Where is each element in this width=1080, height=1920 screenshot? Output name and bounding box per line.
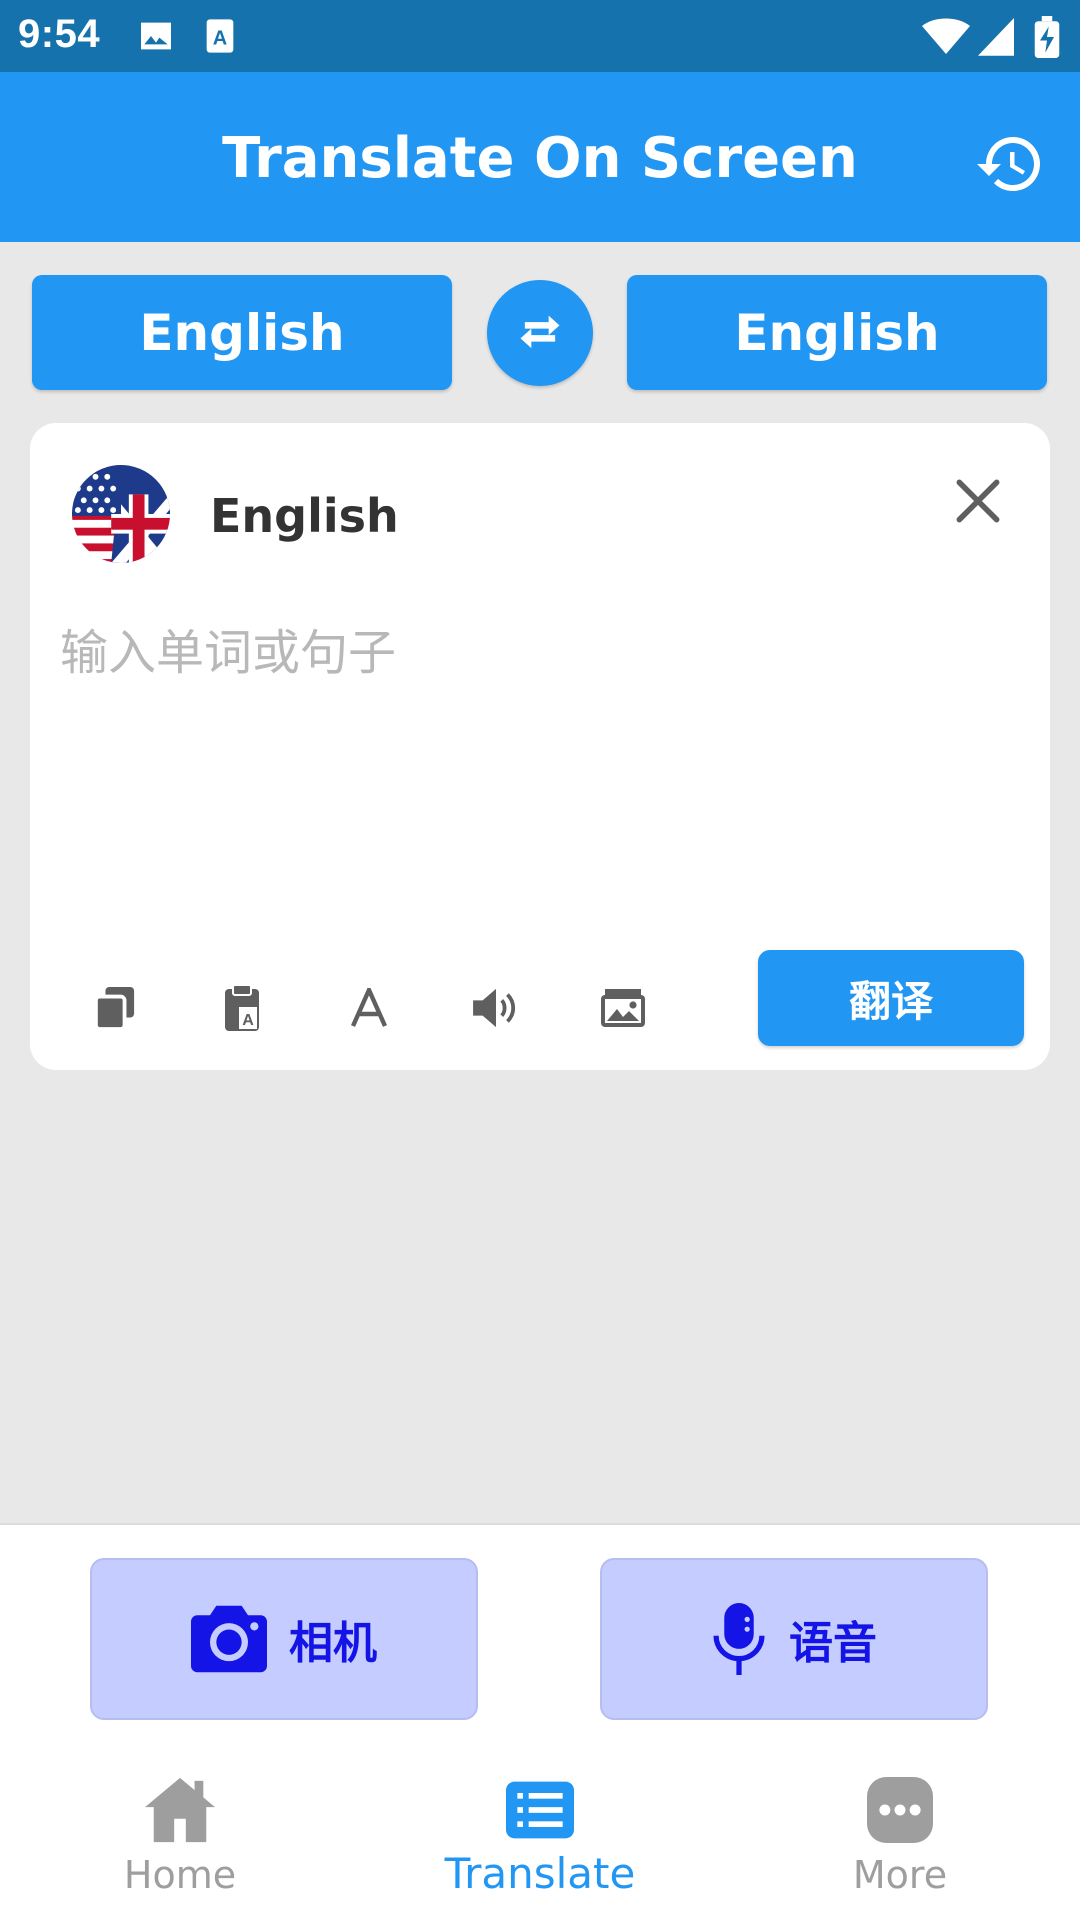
image-translate-button[interactable] xyxy=(593,978,653,1038)
source-language-button[interactable]: English xyxy=(32,275,452,390)
font-button[interactable] xyxy=(339,978,399,1038)
close-icon xyxy=(956,479,1000,523)
paste-button[interactable]: A xyxy=(212,978,272,1038)
status-bar: 9:54 A xyxy=(0,0,1080,72)
image-icon xyxy=(136,16,176,56)
font-icon xyxy=(350,988,388,1027)
home-icon xyxy=(145,1775,215,1845)
nav-item-more[interactable]: More xyxy=(720,1753,1080,1920)
battery-charging-icon xyxy=(1034,16,1060,58)
nav-item-translate[interactable]: Translate xyxy=(360,1753,720,1920)
voice-button[interactable]: 语音 xyxy=(600,1558,988,1720)
voice-label: 语音 xyxy=(789,1618,877,1669)
uk-us-flag-icon xyxy=(72,465,170,563)
camera-icon xyxy=(191,1605,267,1673)
clear-input-button[interactable] xyxy=(950,473,1006,529)
input-language-label: English xyxy=(210,489,399,543)
nav-label-translate: Translate xyxy=(444,1849,636,1898)
translate-button[interactable]: 翻译 xyxy=(758,950,1024,1046)
more-icon xyxy=(865,1775,935,1845)
svg-text:A: A xyxy=(242,1012,254,1029)
signal-icon xyxy=(978,16,1018,56)
svg-text:A: A xyxy=(213,27,227,49)
input-card: English A xyxy=(30,423,1050,1070)
microphone-icon xyxy=(713,1603,765,1675)
nav-item-home[interactable]: Home xyxy=(0,1753,360,1920)
swap-languages-button[interactable] xyxy=(487,280,593,386)
status-time: 9:54 xyxy=(18,12,101,56)
speaker-icon xyxy=(473,988,516,1028)
image-icon xyxy=(601,989,645,1027)
source-text-input[interactable] xyxy=(60,613,1010,833)
page-title: Translate On Screen xyxy=(222,126,858,191)
paste-icon: A xyxy=(225,985,259,1031)
wifi-icon xyxy=(922,16,970,56)
action-bar: 相机 语音 xyxy=(0,1523,1080,1755)
history-icon xyxy=(977,137,1040,192)
translate-list-icon xyxy=(505,1775,575,1845)
target-language-button[interactable]: English xyxy=(627,275,1047,390)
copy-icon xyxy=(95,987,135,1029)
speak-button[interactable] xyxy=(466,978,526,1038)
translate-app-icon: A xyxy=(200,16,240,56)
nav-label-home: Home xyxy=(123,1853,237,1897)
app-bar: Translate On Screen xyxy=(0,72,1080,242)
copy-button[interactable] xyxy=(85,978,145,1038)
bottom-navigation: Home Translate More xyxy=(0,1753,1080,1920)
swap-icon xyxy=(520,315,560,349)
camera-label: 相机 xyxy=(289,1618,377,1669)
camera-button[interactable]: 相机 xyxy=(90,1558,478,1720)
history-button[interactable] xyxy=(974,128,1046,200)
nav-label-more: More xyxy=(852,1853,948,1897)
